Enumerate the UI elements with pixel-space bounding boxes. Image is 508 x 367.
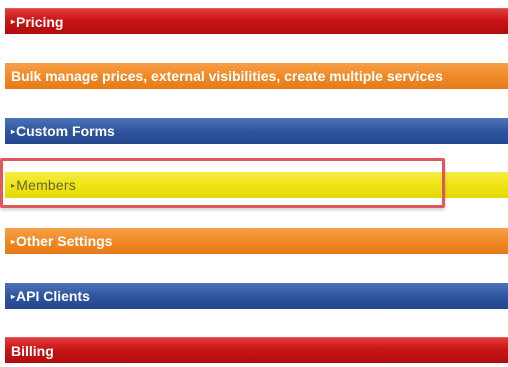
triangle-right-icon: ▸ xyxy=(11,291,16,301)
section-bulk-manage-label: Bulk manage prices, external visibilitie… xyxy=(11,68,443,84)
section-bulk-manage[interactable]: Bulk manage prices, external visibilitie… xyxy=(5,63,508,89)
section-api-clients[interactable]: ▸ API Clients xyxy=(5,283,508,309)
section-billing-label: Billing xyxy=(11,342,54,359)
section-api-clients-label: API Clients xyxy=(16,288,90,304)
triangle-right-icon: ▸ xyxy=(11,17,16,26)
triangle-right-icon: ▸ xyxy=(11,126,16,136)
section-other-settings[interactable]: ▸ Other Settings xyxy=(5,228,508,254)
section-other-settings-label: Other Settings xyxy=(16,233,113,249)
section-pricing-label: Pricing xyxy=(16,13,64,30)
section-custom-forms-label: Custom Forms xyxy=(16,123,115,139)
section-custom-forms[interactable]: ▸ Custom Forms xyxy=(5,118,508,144)
triangle-right-icon: ▸ xyxy=(11,236,16,246)
section-billing[interactable]: Billing xyxy=(5,337,508,363)
triangle-right-icon: ▸ xyxy=(11,180,16,190)
section-members-label: Members xyxy=(16,177,76,193)
section-members[interactable]: ▸ Members xyxy=(5,172,508,198)
section-pricing[interactable]: ▸ Pricing xyxy=(5,8,508,34)
